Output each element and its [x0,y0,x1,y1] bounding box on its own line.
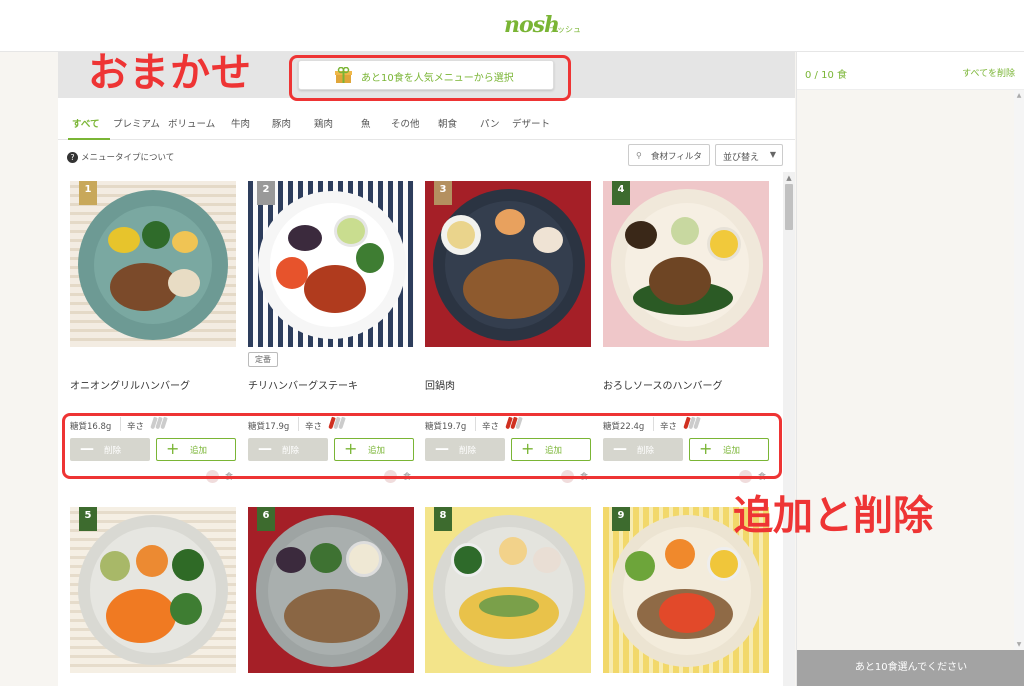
scroll-down-arrow-icon[interactable]: ▼ [1014,641,1024,648]
menu-panel: あと10食を人気メニューから選択 すべて プレミアム ボリューム 牛肉 豚肉 鶏… [58,52,795,686]
menu-number-badge: 8 [434,507,452,531]
omakase-highlight-box [289,55,571,101]
tab-beef[interactable]: 牛肉 [231,116,250,130]
scroll-up-arrow-icon[interactable]: ▲ [783,174,795,184]
menu-number-badge: 2 [257,181,275,205]
add-delete-highlight-box [62,413,782,479]
sort-label: 並び替え [723,153,760,163]
cart-count: 0 / 10 食 [805,70,847,81]
scroll-thumb[interactable] [785,184,793,230]
cart-header: 0 / 10 食 すべてを削除 [797,52,1024,90]
menu-card[interactable]: 8 [425,507,591,686]
standard-tag: 定番 [248,352,278,367]
ingredient-filter-button[interactable]: ⚲ 食材フィルタ [628,144,710,166]
active-tab-indicator [68,138,110,140]
menu-scrollbar[interactable]: ▲ [783,172,795,686]
category-tabs: すべて プレミアム ボリューム 牛肉 豚肉 鶏肉 魚 その他 朝食 パン デザー… [58,100,795,140]
food-photo[interactable]: 8 [425,507,591,673]
tab-chicken[interactable]: 鶏肉 [314,116,333,130]
filter-icon: ⚲ [636,151,642,160]
menu-name: オニオングリルハンバーグ [70,381,190,392]
tab-volume[interactable]: ボリューム [168,116,215,130]
menu-name: 回鍋肉 [425,381,455,392]
menu-name: おろしソースのハンバーグ [603,381,723,392]
question-icon: ? [67,152,78,163]
chevron-down-icon: ▼ [769,150,776,159]
tab-all[interactable]: すべて [72,116,99,130]
tab-premium[interactable]: プレミアム [113,116,160,130]
tab-breakfast[interactable]: 朝食 [438,116,457,130]
menu-name: チリハンバーグステーキ [248,381,358,392]
scroll-up-arrow-icon[interactable]: ▲ [1014,92,1024,99]
cart-confirm-button[interactable]: あと10食選んでください [797,650,1024,686]
food-photo[interactable]: 5 [70,507,236,673]
menu-number-badge: 1 [79,181,97,205]
menu-number-badge: 3 [434,181,452,205]
menu-card[interactable]: 6 [248,507,414,686]
food-photo[interactable]: 3 [425,181,591,347]
food-photo[interactable]: 4 [603,181,769,347]
cart-panel: 0 / 10 食 すべてを削除 ▲ ▼ あと10食選んでください [796,52,1024,686]
tab-bread[interactable]: パン [480,116,499,130]
food-photo[interactable]: 6 [248,507,414,673]
menu-type-help-label: メニュータイプについて [81,153,175,163]
menu-number-badge: 5 [79,507,97,531]
menu-type-help-link[interactable]: ? メニュータイプについて [67,151,174,163]
delete-all-link[interactable]: すべてを削除 [962,66,1015,79]
food-photo[interactable]: 2 [248,181,414,347]
filter-label: 食材フィルタ [651,152,702,162]
cart-scrollbar[interactable]: ▲ ▼ [1014,90,1024,650]
food-photo[interactable]: 1 [70,181,236,347]
tab-other[interactable]: その他 [391,116,420,130]
menu-number-badge: 4 [612,181,630,205]
tab-dessert[interactable]: デザート [512,116,550,130]
logo-subtitle: ナッシュ [549,25,581,34]
menu-number-badge: 9 [612,507,630,531]
add-delete-annotation: 追加と削除 [733,493,933,539]
menu-card[interactable]: 5 [70,507,236,686]
tab-pork[interactable]: 豚肉 [272,116,291,130]
sort-select[interactable]: 並び替え ▼ [715,144,783,166]
menu-number-badge: 6 [257,507,275,531]
tab-fish[interactable]: 魚 [361,116,371,130]
omakase-annotation: おまかせ [88,50,252,96]
